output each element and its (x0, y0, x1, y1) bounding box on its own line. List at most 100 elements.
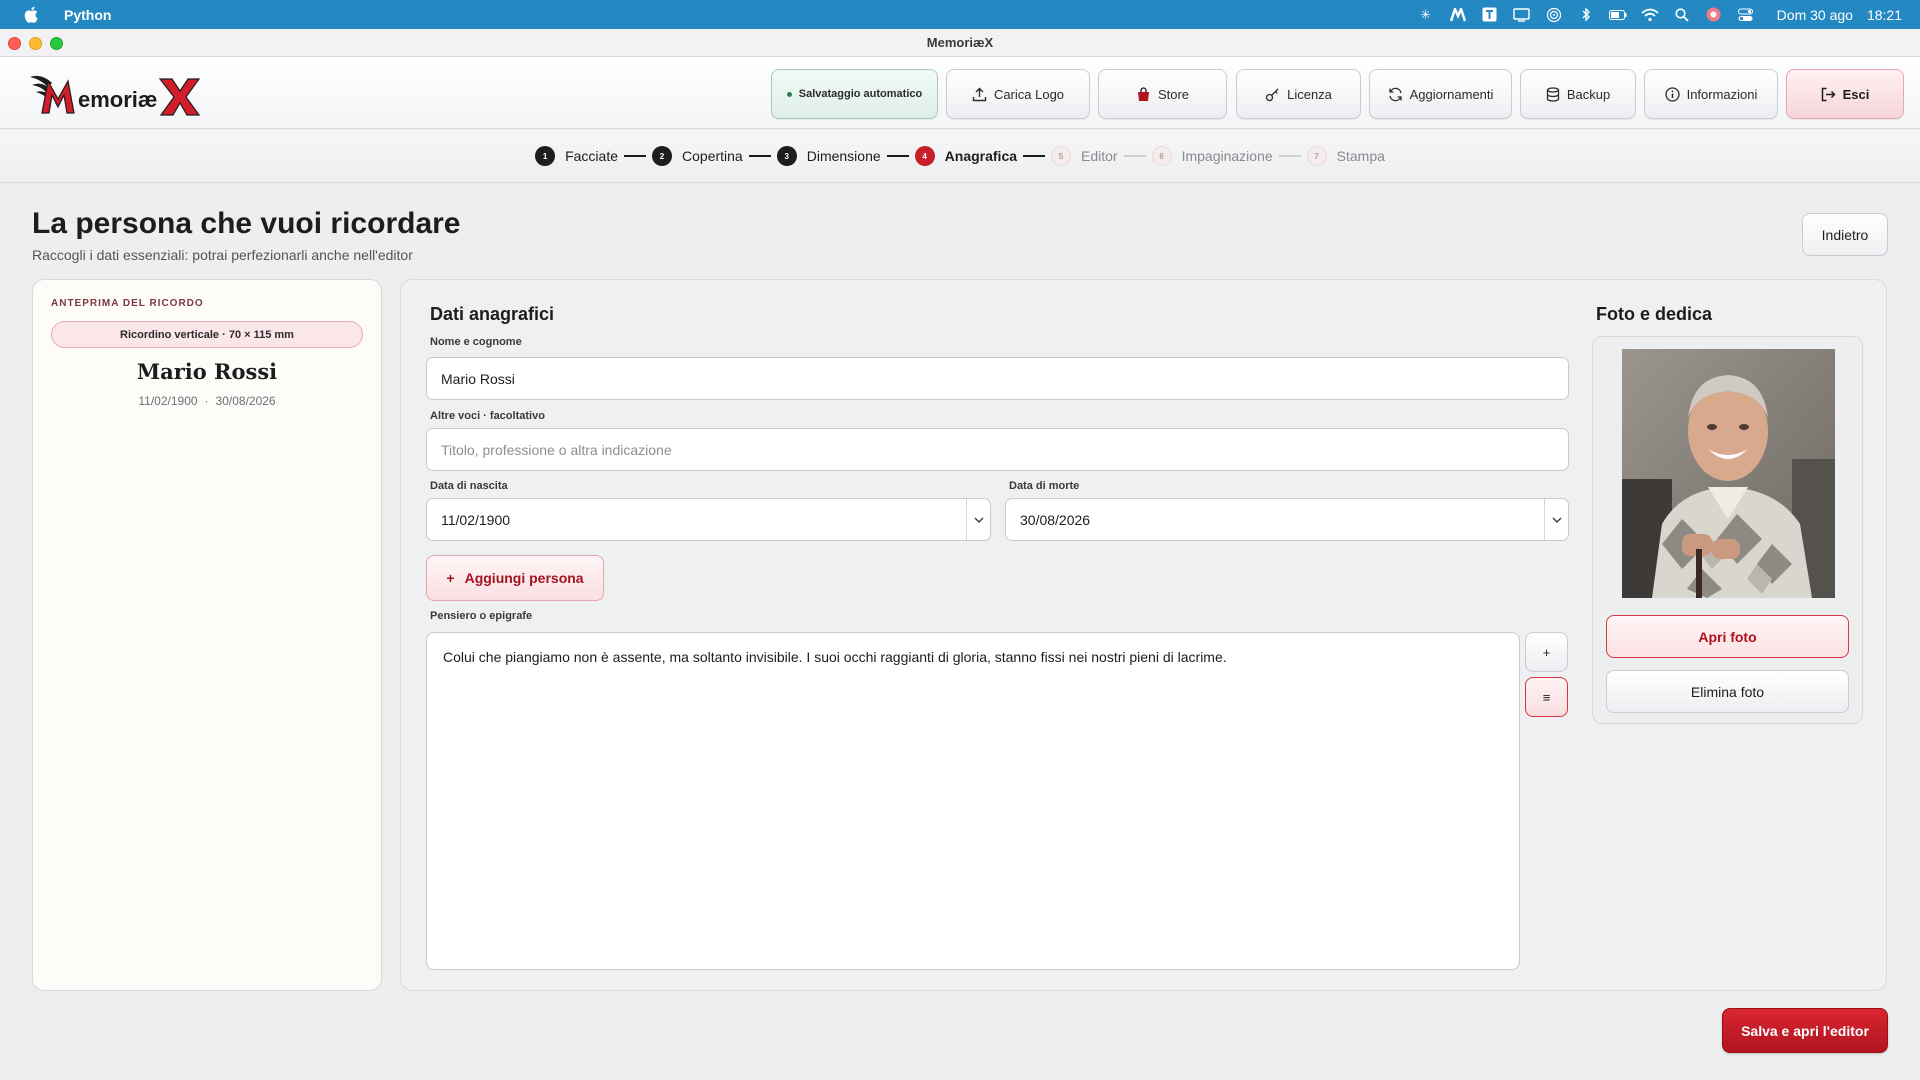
backup-label: Backup (1566, 86, 1611, 102)
death-date-picker[interactable]: 30/08/2026 (1005, 498, 1569, 541)
photo-section-title: Foto e dedica (1596, 304, 1713, 324)
death-date-label: Data di morte (1009, 480, 1080, 492)
step-connector (748, 155, 771, 157)
info-icon (1664, 86, 1680, 102)
user-avatar-icon[interactable] (1705, 7, 1723, 23)
upload-logo-button[interactable]: Carica Logo (946, 69, 1090, 119)
open-photo-button[interactable]: Apri foto (1606, 615, 1849, 658)
preview-format-badge: Ricordino verticale · 70 × 115 mm (51, 321, 363, 348)
backup-button[interactable]: Backup (1520, 69, 1636, 119)
autosave-label: Salvataggio automatico (798, 88, 923, 100)
step-editor[interactable]: 5 Editor (1051, 146, 1118, 166)
menubar: Python ✳ Dom 30 ago 18:21 (0, 0, 1920, 29)
store-label: Store (1157, 86, 1190, 102)
database-icon (1546, 86, 1559, 102)
menubar-clock[interactable]: Dom 30 ago 18:21 (1777, 7, 1902, 23)
add-epigraph-button[interactable]: + (1525, 632, 1568, 672)
epigraph-textarea[interactable]: Colui che piangiamo non è assente, ma so… (426, 632, 1520, 970)
bluetooth-icon[interactable] (1577, 7, 1595, 23)
upload-logo-label: Carica Logo (993, 86, 1065, 102)
step-impaginazione[interactable]: 6 Impaginazione (1151, 146, 1273, 166)
plus-icon: + (446, 570, 455, 586)
page-title: La persona che vuoi ricordare (32, 207, 461, 240)
step-connector (886, 155, 909, 157)
step-label: Impaginazione (1181, 148, 1273, 164)
battery-icon[interactable] (1608, 7, 1627, 23)
save-and-open-editor-button[interactable]: Salva e apri l'editor (1722, 1008, 1888, 1053)
delete-photo-button[interactable]: Elimina foto (1606, 670, 1849, 713)
step-copertina[interactable]: 2 Copertina (652, 146, 743, 166)
app-t-icon[interactable] (1481, 7, 1499, 23)
epigraph-list-button[interactable]: ≡ (1525, 677, 1568, 717)
info-label: Informazioni (1686, 86, 1758, 102)
step-anagrafica[interactable]: 4 Anagrafica (914, 146, 1017, 166)
logout-icon (1821, 87, 1836, 101)
app-m-icon[interactable] (1449, 7, 1467, 23)
step-label: Dimensione (806, 148, 881, 164)
photo-card: Apri foto Elimina foto (1592, 336, 1863, 724)
step-connector (1023, 155, 1046, 157)
step-facciate[interactable]: 1 Facciate (535, 146, 618, 166)
birth-date-value: 11/02/1900 (441, 511, 511, 528)
personal-data-title: Dati anagrafici (430, 304, 555, 324)
step-number: 3 (776, 146, 797, 166)
step-label: Copertina (682, 148, 743, 164)
name-label: Nome e cognome (430, 336, 522, 348)
personal-data-panel: Dati anagrafici Nome e cognome Mario Ros… (400, 279, 1887, 991)
exit-button[interactable]: Esci (1786, 69, 1904, 119)
page-subtitle: Raccogli i dati essenziali: potrai perfe… (32, 247, 413, 263)
step-number: 4 (914, 146, 935, 166)
step-connector (1123, 155, 1146, 157)
window-title: MemoriæX (926, 35, 994, 50)
control-center-icon[interactable] (1737, 7, 1755, 23)
display-icon[interactable] (1513, 7, 1531, 23)
updates-label: Aggiornamenti (1409, 86, 1494, 102)
step-label: Stampa (1336, 148, 1385, 164)
search-icon[interactable] (1673, 7, 1691, 23)
info-button[interactable]: Informazioni (1644, 69, 1778, 119)
chevron-down-icon[interactable] (1544, 499, 1568, 540)
preview-birth-date: 11/02/1900 (138, 394, 198, 408)
wizard-stepper: 1 Facciate 2 Copertina 3 Dimensione 4 An… (0, 130, 1920, 183)
airdrop-icon[interactable] (1545, 7, 1563, 23)
wifi-icon[interactable] (1641, 7, 1659, 23)
step-dimensione[interactable]: 3 Dimensione (776, 146, 881, 166)
sparkle-icon[interactable]: ✳ (1417, 7, 1435, 23)
license-button[interactable]: Licenza (1236, 69, 1361, 119)
step-number: 2 (652, 146, 673, 166)
minimize-window-button[interactable] (29, 37, 42, 50)
preview-date-separator: · (204, 394, 209, 408)
preview-death-date: 30/08/2026 (215, 394, 276, 408)
deceased-photo (1622, 349, 1835, 598)
step-connector (624, 155, 647, 157)
birth-date-label: Data di nascita (430, 480, 508, 492)
back-button[interactable]: Indietro (1802, 213, 1888, 256)
step-stampa[interactable]: 7 Stampa (1306, 146, 1385, 166)
autosave-indicator[interactable]: Salvataggio automatico (771, 69, 938, 119)
birth-date-picker[interactable]: 11/02/1900 (426, 498, 991, 541)
window-titlebar: MemoriæX (0, 29, 1920, 57)
step-label: Editor (1081, 148, 1118, 164)
exit-label: Esci (1842, 86, 1870, 102)
menubar-status-area: ✳ Dom 30 ago 18:21 (1417, 7, 1920, 23)
apple-icon[interactable] (20, 6, 42, 24)
chevron-down-icon[interactable] (966, 499, 990, 540)
close-window-button[interactable] (8, 37, 21, 50)
step-number: 5 (1051, 146, 1072, 166)
store-button[interactable]: Store (1098, 69, 1227, 119)
license-label: Licenza (1287, 86, 1332, 102)
add-person-label: Aggiungi persona (464, 570, 584, 586)
updates-button[interactable]: Aggiornamenti (1369, 69, 1512, 119)
svg-text:emoriæ: emoriæ (78, 87, 157, 112)
upload-icon (972, 87, 987, 101)
name-input[interactable]: Mario Rossi (426, 357, 1569, 400)
menubar-app-name[interactable]: Python (64, 7, 111, 23)
preview-name: Mario Rossi (136, 359, 278, 384)
other-info-input[interactable]: Titolo, professione o altra indicazione (426, 428, 1569, 471)
add-person-button[interactable]: + Aggiungi persona (426, 555, 604, 601)
memorial-preview-card: ANTEPRIMA DEL RICORDO Ricordino vertical… (32, 279, 382, 991)
menubar-date: Dom 30 ago (1776, 6, 1853, 23)
zoom-window-button[interactable] (50, 37, 63, 50)
key-icon (1265, 88, 1279, 101)
window-controls (8, 37, 63, 50)
